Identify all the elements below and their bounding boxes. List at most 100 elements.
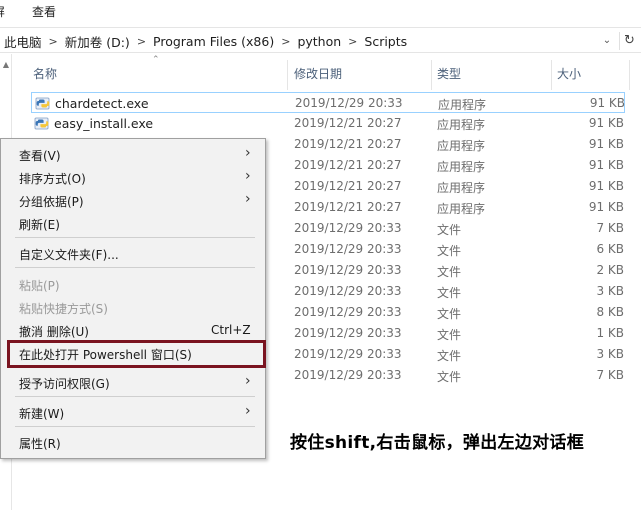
file-date: 2019/12/21 20:27 [294,137,402,151]
menu-item-label: 粘贴(P) [19,279,60,293]
menu-item-paste[interactable]: 粘贴(P) [2,273,264,295]
file-size: 91 KB [589,96,625,110]
menu-item-customize-folder[interactable]: 自定义文件夹(F)... [2,242,264,264]
menu-item-new[interactable]: 新建(W) › [2,401,264,423]
file-date: 2019/12/21 20:27 [294,158,402,172]
menu-item-shortcut: Ctrl+Z [211,323,251,337]
column-divider[interactable] [629,60,630,90]
file-type: 文件 [437,244,462,258]
column-header-date[interactable]: 修改日期 [294,65,342,81]
menu-item-view[interactable]: 查看(V) › [2,143,264,165]
file-date: 2019/12/29 20:33 [294,305,402,319]
chevron-right-icon[interactable]: > [281,35,290,48]
chevron-right-icon: › [245,373,251,389]
annotation-highlight-box [7,340,266,368]
menu-item-give-access[interactable]: 授予访问权限(G) › [2,371,264,393]
chevron-right-icon: › [245,403,251,419]
breadcrumb-drive-d[interactable]: 新加卷 (D:) [65,32,130,51]
file-size: 8 KB [596,305,624,319]
python-exe-icon [35,95,51,111]
file-type: 文件 [437,370,462,384]
menu-item-paste-shortcut[interactable]: 粘贴快捷方式(S) [2,296,264,318]
file-row[interactable]: chardetect.exe 2019/12/29 20:33 应用程序 91 KB [31,92,625,113]
address-bar[interactable]: 此电脑 > 新加卷 (D:) > Program Files (x86) > p… [0,27,641,53]
column-header-size[interactable]: 大小 [557,65,581,81]
file-type: 应用程序 [437,202,486,216]
chevron-right-icon[interactable]: > [49,35,58,48]
file-size: 91 KB [588,116,624,130]
scroll-up-icon[interactable]: ▲ [1,60,11,70]
file-size: 6 KB [596,242,624,256]
breadcrumb-this-pc[interactable]: 此电脑 [4,32,42,51]
chevron-right-icon: › [245,145,251,161]
file-type: 应用程序 [437,181,486,195]
file-date: 2019/12/21 20:27 [294,116,402,130]
file-type: 文件 [437,265,462,279]
context-menu: 查看(V) › 排序方式(O) › 分组依据(P) › 刷新(E) 自定义文件夹… [0,138,266,459]
file-date: 2019/12/29 20:33 [294,284,402,298]
file-size: 91 KB [588,137,624,151]
file-size: 3 KB [596,347,624,361]
file-size: 1 KB [596,326,624,340]
column-header-name[interactable]: 名称 [33,65,57,81]
menu-item-label: 粘贴快捷方式(S) [19,302,108,316]
menu-item-label: 分组依据(P) [19,195,84,209]
chevron-right-icon[interactable]: > [137,35,146,48]
menu-item-undo-delete[interactable]: 撤消 删除(U) Ctrl+Z [2,319,264,341]
annotation-text: 按住shift,右击鼠标，弹出左边对话框 [290,433,585,453]
file-type: 应用程序 [437,160,486,174]
column-divider[interactable] [431,60,432,90]
file-size: 91 KB [588,200,624,214]
chevron-right-icon[interactable]: > [348,35,357,48]
sort-ascending-icon: ⌃ [152,55,160,65]
ribbon-tab-partial[interactable]: 屏 [0,3,5,20]
column-divider[interactable] [287,60,288,90]
menu-item-refresh[interactable]: 刷新(E) [2,212,264,234]
menu-item-label: 撤消 删除(U) [19,325,89,339]
refresh-icon[interactable]: ↻ [619,32,639,50]
file-date: 2019/12/21 20:27 [294,200,402,214]
menu-item-properties[interactable]: 属性(R) [2,431,264,453]
breadcrumb-scripts[interactable]: Scripts [364,34,407,49]
file-type: 应用程序 [437,118,486,132]
file-date: 2019/12/29 20:33 [294,221,402,235]
file-type: 文件 [437,307,462,321]
menu-item-label: 新建(W) [19,407,65,421]
file-date: 2019/12/29 20:33 [294,368,402,382]
file-date: 2019/12/29 20:33 [294,347,402,361]
menu-item-sort[interactable]: 排序方式(O) › [2,166,264,188]
file-type: 文件 [437,328,462,342]
menu-item-label: 刷新(E) [19,218,60,232]
file-date: 2019/12/29 20:33 [294,326,402,340]
column-header-type[interactable]: 类型 [437,65,461,81]
menu-item-label: 授予访问权限(G) [19,377,110,391]
menu-item-label: 自定义文件夹(F)... [19,248,119,262]
file-date: 2019/12/29 20:33 [294,263,402,277]
menu-separator [15,267,255,268]
file-size: 7 KB [596,221,624,235]
breadcrumb: 此电脑 > 新加卷 (D:) > Program Files (x86) > p… [4,32,407,51]
menu-item-group[interactable]: 分组依据(P) › [2,189,264,211]
ribbon-tab-view[interactable]: 查看 [32,3,56,20]
file-type: 文件 [437,223,462,237]
file-size: 3 KB [596,284,624,298]
menu-item-label: 属性(R) [19,437,61,451]
menu-item-label: 查看(V) [19,149,61,163]
file-size: 91 KB [588,158,624,172]
file-size: 7 KB [596,368,624,382]
file-name: easy_install.exe [54,116,154,131]
menu-separator [15,426,255,427]
chevron-right-icon: › [245,168,251,184]
breadcrumb-program-files[interactable]: Program Files (x86) [153,34,274,49]
file-date: 2019/12/21 20:27 [294,179,402,193]
menu-item-label: 排序方式(O) [19,172,86,186]
file-size: 2 KB [596,263,624,277]
file-row[interactable]: easy_install.exe 2019/12/21 20:27 应用程序 91 K… [31,113,625,134]
menu-separator [15,396,255,397]
chevron-down-icon[interactable]: ⌄ [600,33,614,49]
column-divider[interactable] [551,60,552,90]
breadcrumb-python[interactable]: python [297,34,341,49]
file-date: 2019/12/29 20:33 [294,242,402,256]
file-type: 应用程序 [438,98,487,112]
column-header: ⌃ 名称 修改日期 类型 大小 [13,54,641,90]
